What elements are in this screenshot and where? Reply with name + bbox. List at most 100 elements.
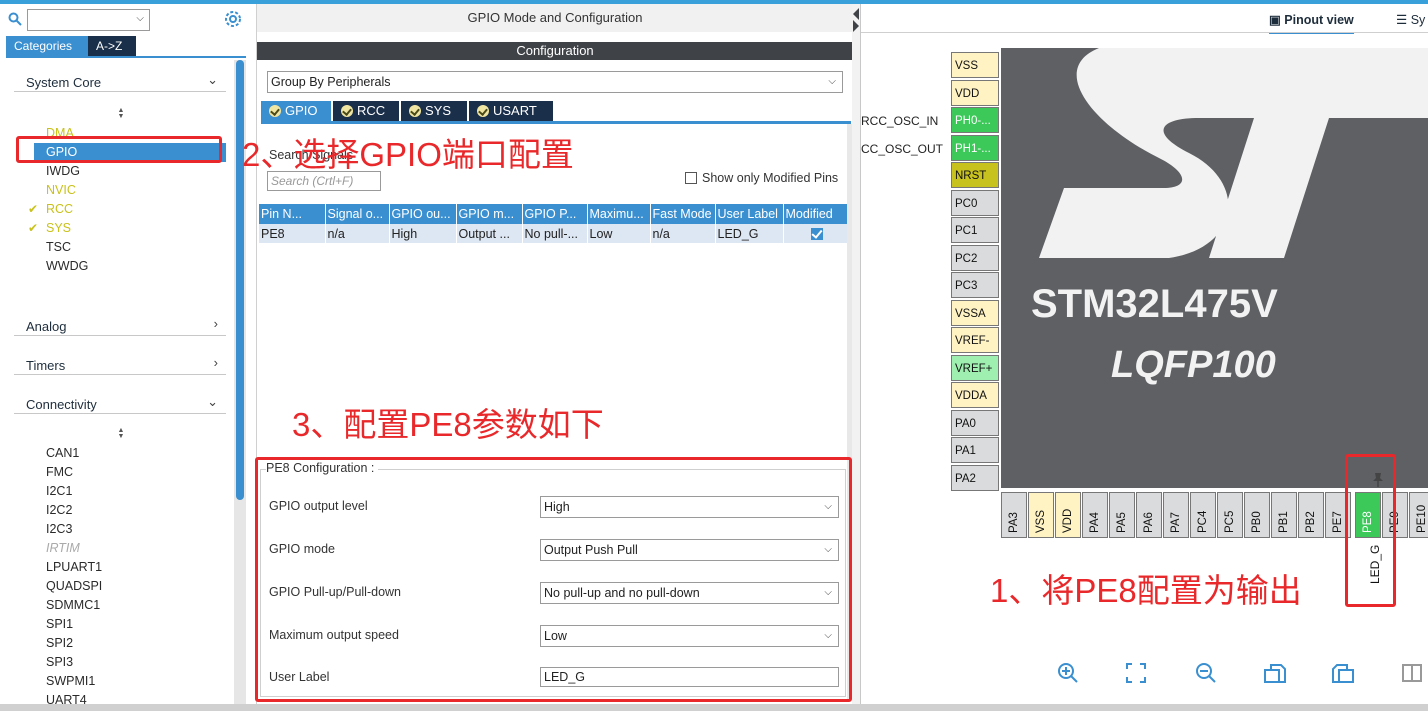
tab-label: Sy [1410, 13, 1426, 27]
pin-pa2[interactable]: PA2 [951, 465, 999, 491]
pin-pc4[interactable]: PC4 [1190, 492, 1216, 538]
tab-pinout-view[interactable]: ▣ Pinout view [1269, 10, 1354, 34]
chevron-down-icon: ⌄ [207, 394, 218, 409]
pin-vref-plus[interactable]: VREF+ [951, 355, 999, 381]
sidebar-item-spi3[interactable]: SPI3 [46, 653, 73, 672]
pin-pe10[interactable]: PE10 [1409, 492, 1428, 538]
sidebar-item-i2c1[interactable]: I2C1 [46, 482, 72, 501]
col-gpio-pull[interactable]: GPIO P... [522, 204, 588, 224]
checkbox[interactable] [685, 172, 697, 184]
sidebar-item-swpmi1[interactable]: SWPMI1 [46, 672, 95, 691]
rotate-right-icon[interactable] [1263, 662, 1287, 686]
chevron-down-icon[interactable]: ⌵ [136, 13, 144, 24]
sidebar-item-spi1[interactable]: SPI1 [46, 615, 73, 634]
category-search-combo[interactable]: ⌵ [27, 9, 150, 31]
sidebar-item-quadspi[interactable]: QUADSPI [46, 577, 102, 596]
pin-pa0[interactable]: PA0 [951, 410, 999, 436]
pin-vref-minus[interactable]: VREF- [951, 327, 999, 353]
tab-sys[interactable]: SYS [401, 101, 467, 121]
annotation-box-gpio [16, 136, 222, 163]
pin-pa7[interactable]: PA7 [1163, 492, 1189, 538]
col-max-speed[interactable]: Maximu... [587, 204, 651, 224]
zoom-out-icon[interactable] [1195, 662, 1219, 686]
chevron-right-icon: › [213, 355, 218, 370]
cell-modified[interactable] [783, 224, 850, 243]
col-signal[interactable]: Signal o... [325, 204, 390, 224]
sidebar-item-nvic[interactable]: NVIC [46, 181, 76, 200]
pin-pc1[interactable]: PC1 [951, 217, 999, 243]
cell-pin-name: PE8 [259, 224, 326, 243]
sidebar-item-wwdg[interactable]: WWDG [46, 257, 88, 276]
pin-label: PA3 [1008, 512, 1020, 533]
tab-categories[interactable]: Categories [6, 36, 88, 56]
pin-pb2[interactable]: PB2 [1298, 492, 1324, 538]
sidebar-item-can1[interactable]: CAN1 [46, 444, 79, 463]
sidebar-item-rcc[interactable]: RCC [28, 200, 73, 219]
category-label: Analog [26, 319, 67, 334]
pin-vss-bottom[interactable]: VSS [1028, 492, 1054, 538]
pin-nrst[interactable]: NRST [951, 162, 999, 188]
col-fast-mode[interactable]: Fast Mode [650, 204, 716, 224]
pin-pc0[interactable]: PC0 [951, 190, 999, 216]
pin-pc5[interactable]: PC5 [1217, 492, 1243, 538]
tab-gpio[interactable]: GPIO [261, 101, 331, 121]
sidebar-item-spi2[interactable]: SPI2 [46, 634, 73, 653]
group-by-select[interactable]: Group By Peripherals ⌵ [267, 71, 843, 93]
pin-pa1[interactable]: PA1 [951, 437, 999, 463]
pin-pb0[interactable]: PB0 [1244, 492, 1270, 538]
category-analog[interactable]: Analog › [14, 316, 226, 336]
pin-vdd-bottom[interactable]: VDD [1055, 492, 1081, 538]
tab-system-view[interactable]: ☰ Sy [1396, 10, 1425, 30]
col-modified[interactable]: Modified [783, 204, 850, 224]
tab-a-to-z[interactable]: A->Z [88, 36, 136, 56]
sidebar-item-tsc[interactable]: TSC [46, 238, 71, 257]
col-pin-name[interactable]: Pin N... [259, 204, 326, 224]
pin-pb1[interactable]: PB1 [1271, 492, 1297, 538]
col-gpio-output[interactable]: GPIO ou... [389, 204, 457, 224]
sort-icon[interactable]: ▲ ▼ [116, 107, 126, 122]
pin-pa6[interactable]: PA6 [1136, 492, 1162, 538]
tab-label: GPIO [285, 103, 318, 118]
left-scrollbar-thumb[interactable] [236, 60, 244, 500]
sidebar-item-lpuart1[interactable]: LPUART1 [46, 558, 102, 577]
col-user-label[interactable]: User Label [715, 204, 784, 224]
category-system-core[interactable]: System Core ⌄ [14, 72, 226, 92]
pin-vss[interactable]: VSS [951, 52, 999, 78]
sidebar-item-sdmmc1[interactable]: SDMMC1 [46, 596, 100, 615]
sidebar-item-iwdg[interactable]: IWDG [46, 162, 80, 181]
pin-label: VDD [1062, 508, 1074, 533]
pin-pa4[interactable]: PA4 [1082, 492, 1108, 538]
pin-vdda[interactable]: VDDA [951, 382, 999, 408]
tab-usart[interactable]: USART [469, 101, 553, 121]
pin-pc3[interactable]: PC3 [951, 272, 999, 298]
gear-icon[interactable] [224, 10, 242, 28]
sidebar-item-irtim[interactable]: IRTIM [46, 539, 80, 558]
sort-icon[interactable]: ▲ ▼ [116, 427, 126, 442]
sidebar-item-i2c3[interactable]: I2C3 [46, 520, 72, 539]
sidebar-item-sys[interactable]: SYS [28, 219, 71, 238]
sidebar-item-i2c2[interactable]: I2C2 [46, 501, 72, 520]
pin-pa5[interactable]: PA5 [1109, 492, 1135, 538]
pin-pa3[interactable]: PA3 [1001, 492, 1027, 538]
annotation-box-pe8-config [255, 457, 852, 702]
split-view-icon[interactable] [1401, 662, 1425, 686]
pin-vssa[interactable]: VSSA [951, 300, 999, 326]
category-timers[interactable]: Timers › [14, 355, 226, 375]
fit-screen-icon[interactable] [1125, 662, 1149, 686]
pin-ph1[interactable]: PH1-... [951, 135, 999, 161]
collapse-right-icon[interactable] [853, 20, 859, 32]
category-connectivity[interactable]: Connectivity ⌄ [14, 394, 226, 414]
modified-checkbox[interactable] [811, 228, 823, 241]
show-only-modified-toggle[interactable]: Show only Modified Pins [685, 171, 838, 185]
rotate-left-icon[interactable] [1331, 662, 1355, 686]
panel-splitter[interactable] [852, 4, 860, 704]
collapse-left-icon[interactable] [853, 8, 859, 20]
sidebar-item-fmc[interactable]: FMC [46, 463, 73, 482]
pin-vdd[interactable]: VDD [951, 80, 999, 106]
pin-pc2[interactable]: PC2 [951, 245, 999, 271]
tab-rcc[interactable]: RCC [333, 101, 399, 121]
table-row[interactable]: PE8 n/a High Output ... No pull-... Low … [259, 224, 850, 243]
zoom-in-icon[interactable] [1057, 662, 1081, 686]
pin-ph0[interactable]: PH0-... [951, 107, 999, 133]
col-gpio-mode[interactable]: GPIO m... [456, 204, 523, 224]
